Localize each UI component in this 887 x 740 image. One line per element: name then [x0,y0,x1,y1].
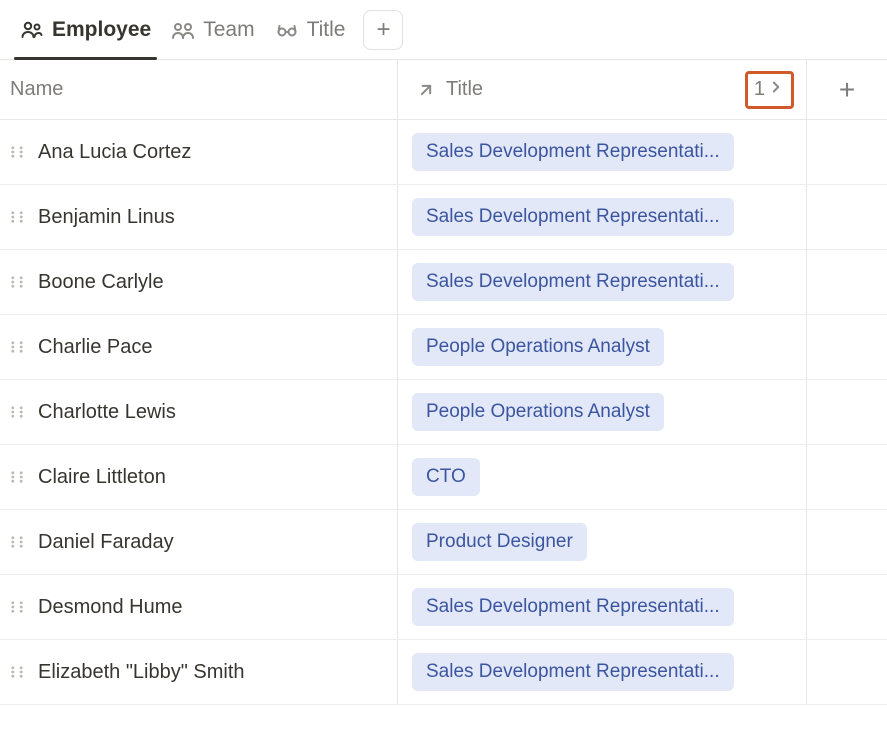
name-text: Ana Lucia Cortez [38,141,191,164]
tab-team[interactable]: Team [161,0,264,59]
cell-name[interactable]: Elizabeth "Libby" Smith [0,640,398,704]
drag-handle-icon[interactable] [10,340,24,354]
chevron-right-icon [767,78,785,102]
cell-extra [807,185,887,249]
drag-handle-icon[interactable] [10,600,24,614]
table-row[interactable]: Claire Littleton CTO [0,445,887,510]
name-text: Benjamin Linus [38,206,175,229]
cell-title[interactable]: People Operations Analyst [398,315,807,379]
cell-title[interactable]: Sales Development Representati... [398,575,807,639]
drag-handle-icon[interactable] [10,665,24,679]
tab-label: Team [203,18,254,42]
drag-handle-icon[interactable] [10,535,24,549]
tab-employee[interactable]: Employee [10,0,161,59]
column-headers: Name Title 1 + [0,60,887,120]
drag-handle-icon[interactable] [10,210,24,224]
cell-name[interactable]: Ana Lucia Cortez [0,120,398,184]
cell-name[interactable]: Desmond Hume [0,575,398,639]
cell-extra [807,380,887,444]
add-column-button[interactable]: + [807,60,887,119]
name-text: Daniel Faraday [38,531,174,554]
cell-extra [807,250,887,314]
table-row[interactable]: Benjamin Linus Sales Development Represe… [0,185,887,250]
relation-chip[interactable]: Sales Development Representati... [412,653,734,691]
add-view-button[interactable]: + [363,10,403,50]
table-row[interactable]: Ana Lucia Cortez Sales Development Repre… [0,120,887,185]
relation-chip[interactable]: People Operations Analyst [412,393,664,431]
plus-icon: + [839,74,855,106]
drag-handle-icon[interactable] [10,405,24,419]
cell-name[interactable]: Charlie Pace [0,315,398,379]
cell-extra [807,510,887,574]
cell-title[interactable]: Sales Development Representati... [398,250,807,314]
name-text: Boone Carlyle [38,271,164,294]
cell-title[interactable]: CTO [398,445,807,509]
name-text: Claire Littleton [38,466,166,489]
relation-chip[interactable]: Sales Development Representati... [412,588,734,626]
relation-chip[interactable]: People Operations Analyst [412,328,664,366]
tab-label: Title [307,18,346,42]
cell-name[interactable]: Daniel Faraday [0,510,398,574]
column-header-title[interactable]: Title 1 [398,60,807,119]
table-body: Ana Lucia Cortez Sales Development Repre… [0,120,887,705]
cell-title[interactable]: Sales Development Representati... [398,185,807,249]
cell-title[interactable]: Sales Development Representati... [398,640,807,704]
cell-title[interactable]: Product Designer [398,510,807,574]
cell-extra [807,315,887,379]
cell-extra [807,445,887,509]
name-text: Charlotte Lewis [38,401,176,424]
glasses-icon [275,18,299,42]
plus-icon: + [376,16,390,44]
column-label: Title [446,78,483,101]
cell-name[interactable]: Claire Littleton [0,445,398,509]
relation-count-button[interactable]: 1 [745,71,794,109]
relation-arrow-icon [416,80,436,100]
team-icon [171,18,195,42]
relation-chip[interactable]: Product Designer [412,523,587,561]
table-row[interactable]: Elizabeth "Libby" Smith Sales Developmen… [0,640,887,705]
relation-chip[interactable]: Sales Development Representati... [412,133,734,171]
people-icon [20,18,44,42]
tab-title[interactable]: Title [265,0,356,59]
cell-name[interactable]: Charlotte Lewis [0,380,398,444]
column-label: Name [10,78,63,101]
table-row[interactable]: Desmond Hume Sales Development Represent… [0,575,887,640]
name-text: Desmond Hume [38,596,183,619]
name-text: Elizabeth "Libby" Smith [38,661,245,684]
drag-handle-icon[interactable] [10,275,24,289]
relation-chip[interactable]: CTO [412,458,480,496]
cell-name[interactable]: Boone Carlyle [0,250,398,314]
table-row[interactable]: Charlie Pace People Operations Analyst [0,315,887,380]
cell-title[interactable]: Sales Development Representati... [398,120,807,184]
cell-extra [807,575,887,639]
view-tabs: Employee Team Title + [0,0,887,60]
table-row[interactable]: Charlotte Lewis People Operations Analys… [0,380,887,445]
column-header-name[interactable]: Name [0,60,398,119]
table-row[interactable]: Boone Carlyle Sales Development Represen… [0,250,887,315]
relation-chip[interactable]: Sales Development Representati... [412,263,734,301]
drag-handle-icon[interactable] [10,145,24,159]
cell-name[interactable]: Benjamin Linus [0,185,398,249]
tab-label: Employee [52,18,151,42]
table-row[interactable]: Daniel Faraday Product Designer [0,510,887,575]
cell-extra [807,640,887,704]
cell-title[interactable]: People Operations Analyst [398,380,807,444]
relation-count: 1 [754,78,765,101]
name-text: Charlie Pace [38,336,153,359]
cell-extra [807,120,887,184]
relation-chip[interactable]: Sales Development Representati... [412,198,734,236]
drag-handle-icon[interactable] [10,470,24,484]
